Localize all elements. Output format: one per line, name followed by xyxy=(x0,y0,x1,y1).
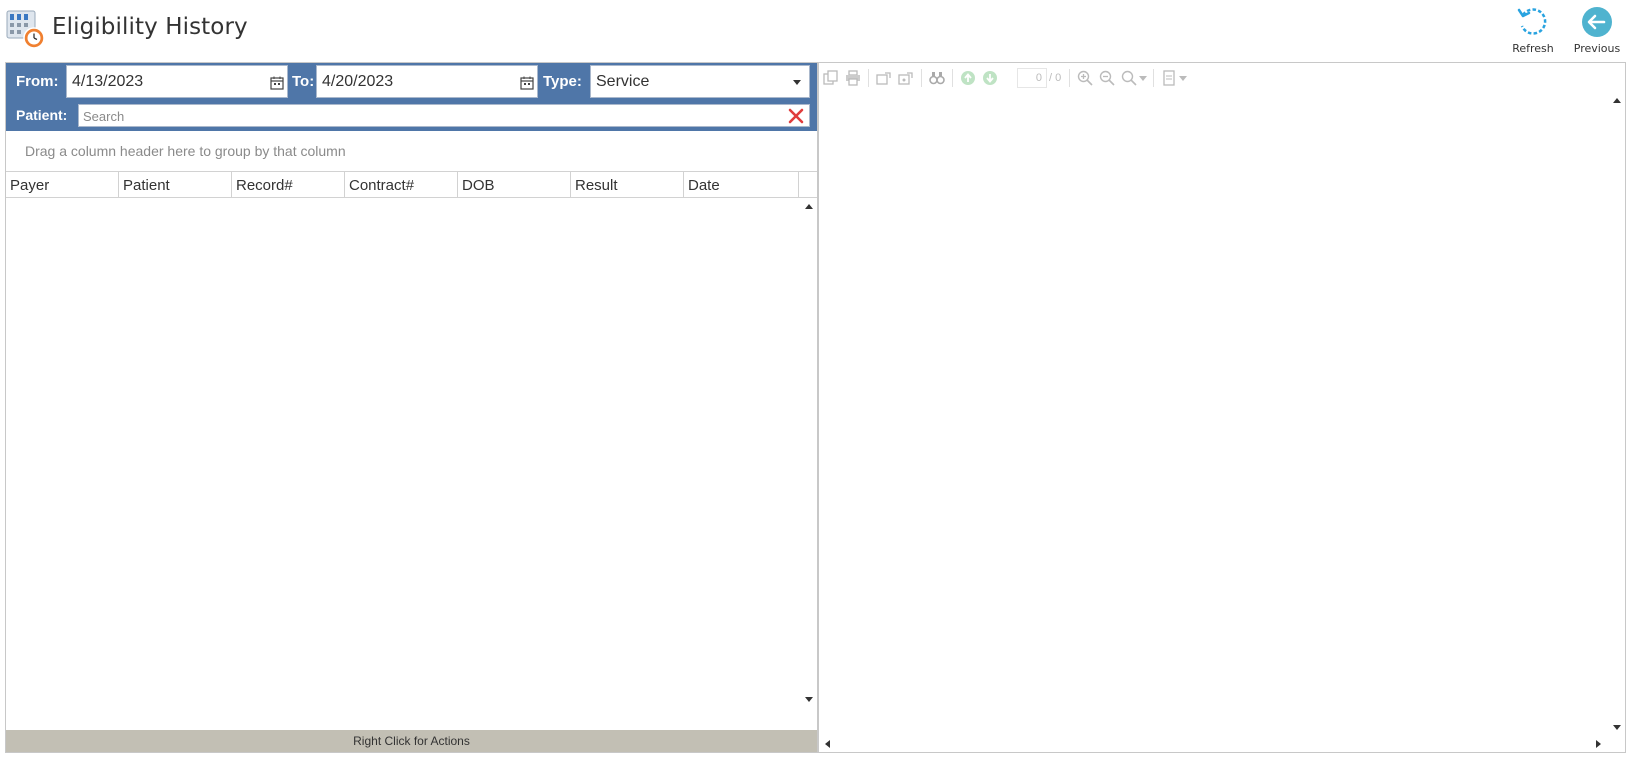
column-header-label: Payer xyxy=(10,177,50,194)
next-page-icon[interactable] xyxy=(982,70,998,86)
open-icon[interactable] xyxy=(823,70,839,86)
column-header-label: Date xyxy=(688,177,720,194)
group-by-hint: Drag a column header here to group by th… xyxy=(25,143,346,159)
patient-label: Patient: xyxy=(16,107,68,123)
scroll-down-icon[interactable] xyxy=(1613,725,1621,730)
chevron-down-icon[interactable] xyxy=(1179,76,1187,81)
document-view-area[interactable] xyxy=(819,93,1625,752)
from-date-value: 4/13/2023 xyxy=(72,73,144,90)
scroll-up-icon[interactable] xyxy=(1613,98,1621,103)
grid-vertical-scrollbar[interactable] xyxy=(801,198,817,708)
column-header-result[interactable]: Result xyxy=(571,172,684,198)
to-date-value: 4/20/2023 xyxy=(322,73,394,90)
previous-button[interactable]: Previous xyxy=(1567,3,1627,57)
toolbar-divider xyxy=(921,69,922,87)
toolbar-divider xyxy=(1069,69,1070,87)
to-date-picker[interactable]: 4/20/2023 xyxy=(316,65,538,98)
column-header-label: Contract# xyxy=(349,177,415,194)
column-header-label: Record# xyxy=(236,177,293,194)
previous-page-icon[interactable] xyxy=(960,70,976,86)
column-header-record[interactable]: Record# xyxy=(232,172,345,198)
filter-bar: From: 4/13/2023 To: 4/20/2023 Type: Serv… xyxy=(6,63,817,131)
scroll-down-icon[interactable] xyxy=(805,697,813,702)
viewer-horizontal-scrollbar[interactable] xyxy=(819,736,1625,752)
column-header-patient[interactable]: Patient xyxy=(119,172,232,198)
type-value: Service xyxy=(596,73,650,90)
export-icon[interactable] xyxy=(876,70,892,86)
column-header-date[interactable]: Date xyxy=(684,172,799,198)
column-header-label: DOB xyxy=(462,177,495,194)
page-number-input[interactable]: 0 xyxy=(1017,68,1047,88)
back-arrow-icon xyxy=(1567,5,1627,39)
column-header-contract[interactable]: Contract# xyxy=(345,172,458,198)
chevron-down-icon[interactable] xyxy=(1139,76,1147,81)
type-select[interactable]: Service xyxy=(590,65,810,98)
document-viewer-panel: 0 / 0 xyxy=(818,62,1626,753)
grid-status-bar: Right Click for Actions xyxy=(6,730,817,752)
refresh-icon xyxy=(1503,5,1563,39)
toolbar-divider xyxy=(952,69,953,87)
refresh-label: Refresh xyxy=(1512,42,1554,55)
previous-label: Previous xyxy=(1573,42,1621,55)
column-header-label: Result xyxy=(575,177,618,194)
scroll-right-icon[interactable] xyxy=(1596,740,1601,748)
page-layout-icon[interactable] xyxy=(1161,70,1177,86)
viewer-vertical-scrollbar[interactable] xyxy=(1609,93,1625,736)
grid-header: Payer Patient Record# Contract# DOB Resu… xyxy=(6,171,817,198)
zoom-out-icon[interactable] xyxy=(1099,70,1115,86)
to-label: To: xyxy=(292,73,315,90)
calendar-icon[interactable] xyxy=(270,75,284,90)
from-label: From: xyxy=(16,73,59,90)
scroll-up-icon[interactable] xyxy=(805,204,813,209)
column-header-label: Patient xyxy=(123,177,170,194)
page-current: 0 xyxy=(1035,72,1042,84)
zoom-in-icon[interactable] xyxy=(1077,70,1093,86)
type-label: Type: xyxy=(543,73,582,90)
app-header: Eligibility History Refresh Previous xyxy=(0,0,1630,60)
page-total: / 0 xyxy=(1049,72,1062,84)
close-icon[interactable] xyxy=(787,107,805,125)
calendar-icon[interactable] xyxy=(520,75,534,90)
from-date-picker[interactable]: 4/13/2023 xyxy=(66,65,288,98)
patient-search-input[interactable] xyxy=(83,107,763,125)
toolbar-divider xyxy=(1153,69,1154,87)
page-title: Eligibility History xyxy=(52,14,248,40)
eligibility-grid-panel: From: 4/13/2023 To: 4/20/2023 Type: Serv… xyxy=(5,62,818,753)
zoom-icon[interactable] xyxy=(1121,70,1137,86)
viewer-toolbar: 0 / 0 xyxy=(819,63,1625,93)
find-binoculars-icon[interactable] xyxy=(929,70,945,86)
print-icon[interactable] xyxy=(845,70,861,86)
group-by-panel[interactable]: Drag a column header here to group by th… xyxy=(6,131,817,171)
status-text: Right Click for Actions xyxy=(353,734,470,748)
patient-search-box xyxy=(78,104,810,127)
grid-body[interactable] xyxy=(6,198,817,708)
column-header-payer[interactable]: Payer xyxy=(6,172,119,198)
export-all-icon[interactable] xyxy=(898,70,914,86)
refresh-button[interactable]: Refresh xyxy=(1503,3,1563,57)
toolbar-divider xyxy=(868,69,869,87)
calendar-clock-icon xyxy=(6,10,46,50)
scroll-left-icon[interactable] xyxy=(825,740,830,748)
chevron-down-icon xyxy=(793,80,801,85)
column-header-dob[interactable]: DOB xyxy=(458,172,571,198)
